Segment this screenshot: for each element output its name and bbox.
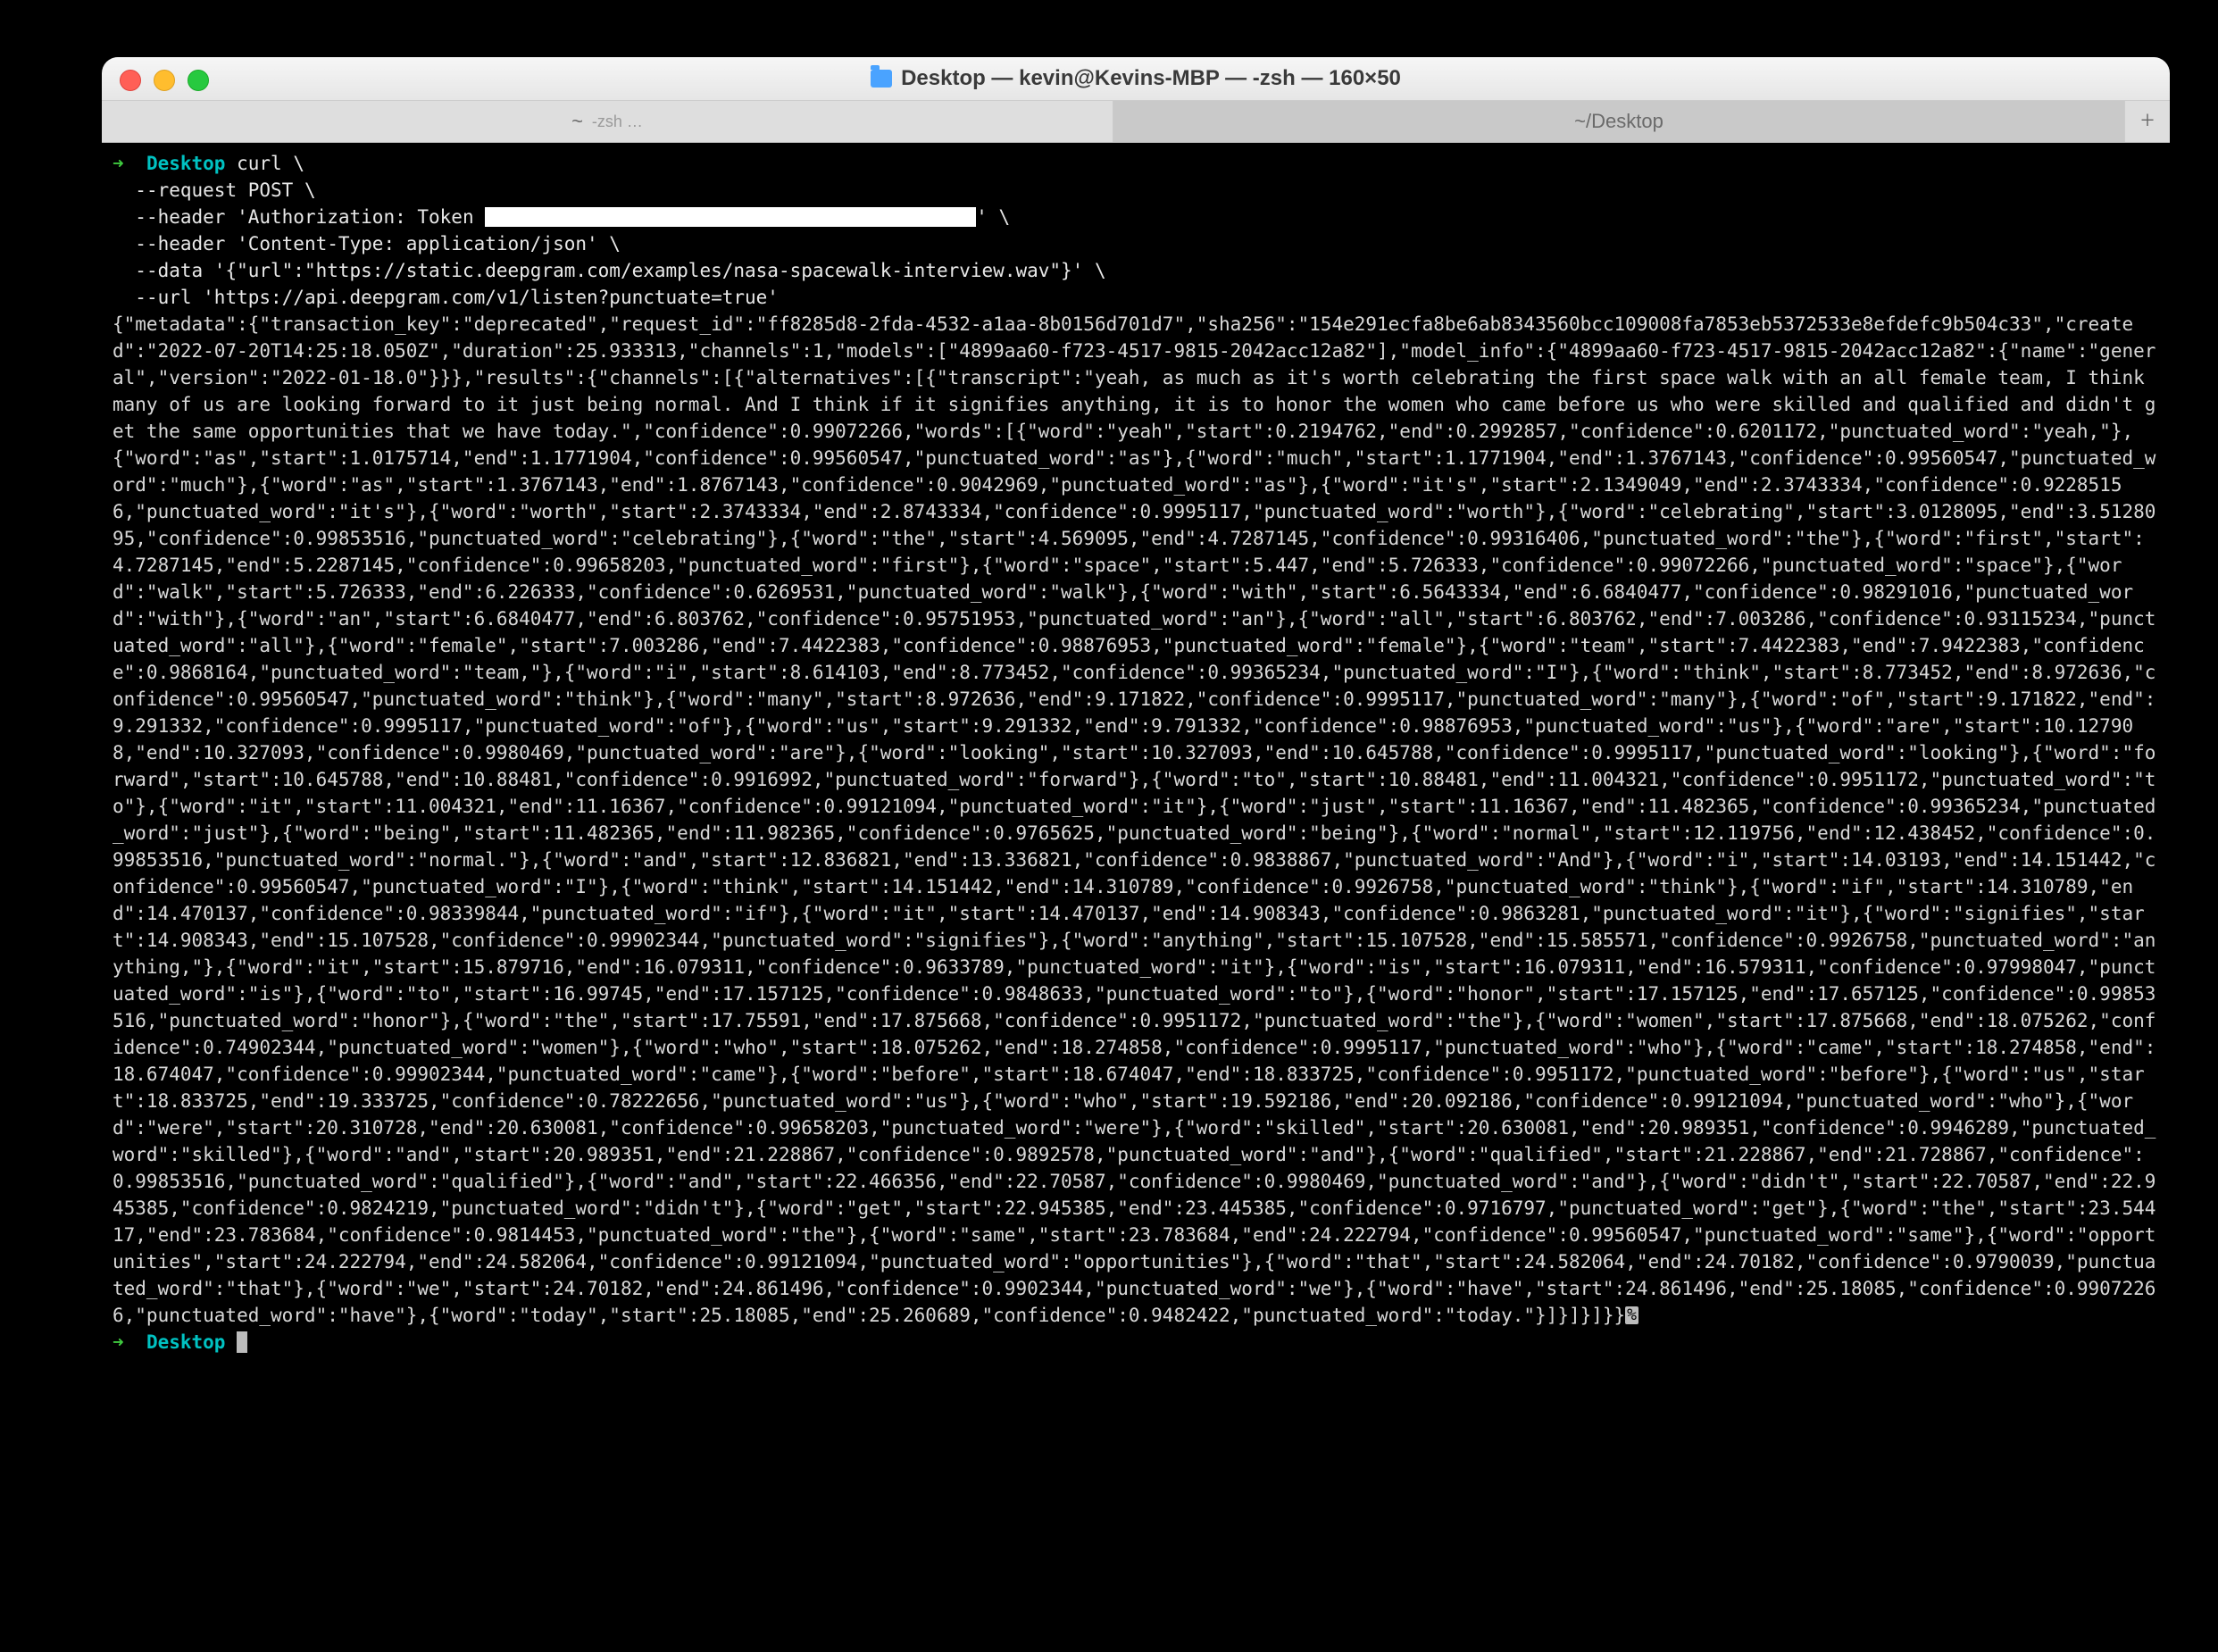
maximize-icon[interactable] [188,70,209,91]
traffic-lights [120,70,209,91]
cmd-l3b: ' \ [976,206,1010,228]
prompt-dir: Desktop [146,153,226,174]
percent-marker: % [1625,1306,1638,1324]
minimize-icon[interactable] [154,70,175,91]
cmd-l5: --data '{"url":"https://static.deepgram.… [113,260,1106,281]
close-icon[interactable] [120,70,141,91]
tab-zsh-main: ~ [571,110,583,133]
tab-bar: ~ -zsh … ~/Desktop + [102,101,2170,143]
cmd-l3a: --header 'Authorization: Token [113,206,485,228]
prompt-arrow-icon-2: ➜ [113,1331,124,1353]
cmd-l1: curl \ [237,153,304,174]
prompt-dir-2: Desktop [146,1331,226,1353]
plus-icon: + [2140,107,2155,136]
terminal-body[interactable]: ➜ Desktop curl \ --request POST \ --head… [102,143,2170,1613]
terminal-window: Desktop — kevin@Kevins-MBP — -zsh — 160×… [102,57,2170,1613]
json-output: {"metadata":{"transaction_key":"deprecat… [113,313,2155,1326]
cmd-l2: --request POST \ [113,179,316,201]
tab-desktop-label: ~/Desktop [1574,110,1664,133]
folder-icon [871,70,892,88]
tab-zsh-sub: -zsh … [592,113,643,131]
cmd-l6: --url 'https://api.deepgram.com/v1/liste… [113,287,779,308]
window-title: Desktop — kevin@Kevins-MBP — -zsh — 160×… [102,66,2170,91]
redacted-token [485,207,976,227]
titlebar: Desktop — kevin@Kevins-MBP — -zsh — 160×… [102,57,2170,101]
cursor-icon [237,1331,247,1353]
tab-zsh[interactable]: ~ -zsh … [102,101,1113,142]
cmd-l4: --header 'Content-Type: application/json… [113,233,621,254]
tab-desktop[interactable]: ~/Desktop [1113,101,2125,142]
prompt-arrow-icon: ➜ [113,153,124,174]
new-tab-button[interactable]: + [2125,101,2170,142]
window-title-text: Desktop — kevin@Kevins-MBP — -zsh — 160×… [901,66,1401,91]
